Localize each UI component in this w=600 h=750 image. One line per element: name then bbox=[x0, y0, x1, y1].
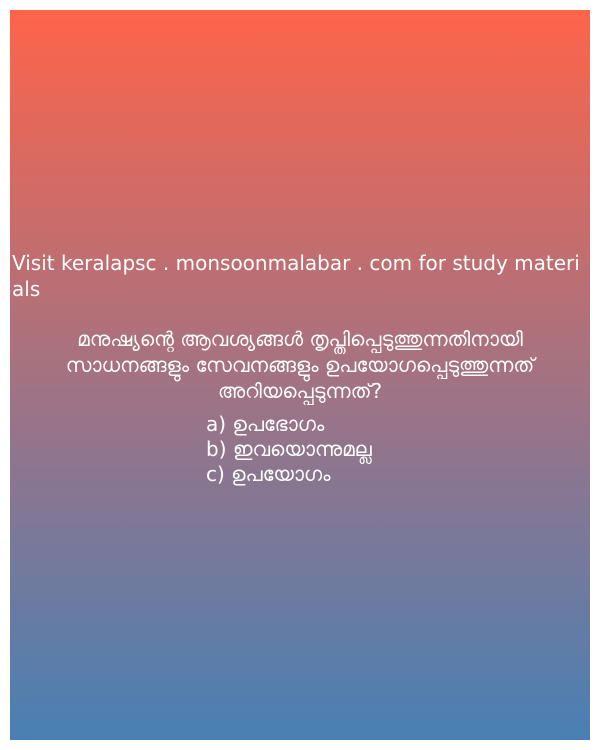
question-text: മനുഷ്യന്റെ ആവശ്യങ്ങൾ തൃപ്തിപ്പെടുത്തുന്ന… bbox=[65, 327, 535, 403]
option-c: c) ഉപയോഗം bbox=[206, 462, 331, 486]
question-card: Visit keralapsc . monsoonmalabar . com f… bbox=[10, 10, 590, 740]
options-list: a) ഉപഭോഗം b) ഇവയൊന്നുമല്ല c) ഉപയോഗം bbox=[206, 412, 372, 487]
option-b: b) ഇവയൊന്നുമല്ല bbox=[206, 437, 372, 461]
promo-text: Visit keralapsc . monsoonmalabar . com f… bbox=[12, 251, 580, 301]
option-a: a) ഉപഭോഗം bbox=[206, 412, 325, 436]
